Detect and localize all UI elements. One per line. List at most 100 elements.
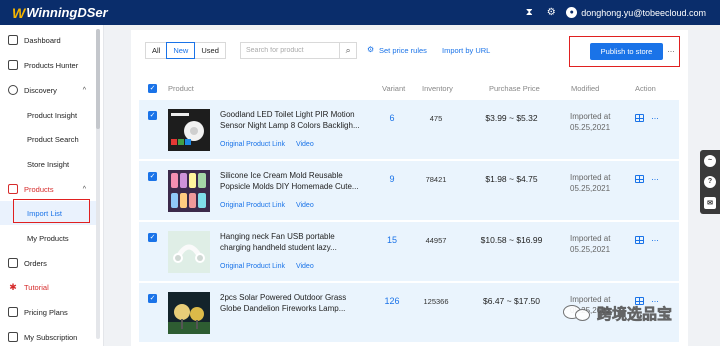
settings-icon: ⚙ xyxy=(367,45,375,54)
variant-count[interactable]: 126 xyxy=(379,296,405,306)
help-icon[interactable]: ? xyxy=(704,175,716,188)
subscription-icon xyxy=(8,332,18,342)
video-link[interactable]: Video xyxy=(296,263,314,270)
sidebar-item-discovery[interactable]: Discovery ^ xyxy=(0,78,96,102)
top-bar-right: ⧗ ⚙ ● donghong.yu@tobeecloud.com xyxy=(514,0,706,25)
edit-table-icon[interactable] xyxy=(635,114,644,122)
row-checkbox[interactable]: ✓ xyxy=(148,294,157,303)
filter-used-button[interactable]: Used xyxy=(194,42,226,59)
product-title[interactable]: Hanging neck Fan USB portable charging h… xyxy=(220,231,360,253)
product-thumbnail[interactable] xyxy=(168,170,210,212)
watermark: 跨境选品宝 xyxy=(563,302,672,324)
sidebar-item-label: Orders xyxy=(24,258,47,268)
messenger-icon[interactable]: ~ xyxy=(704,154,716,167)
set-price-rules-link[interactable]: Set price rules xyxy=(379,46,427,55)
gear-icon[interactable]: ⚙ xyxy=(544,7,558,18)
product-thumbnail[interactable] xyxy=(168,292,210,334)
product-search: ⌕ xyxy=(240,42,357,59)
inventory-value: 78421 xyxy=(425,175,447,184)
row-checkbox[interactable]: ✓ xyxy=(148,172,157,181)
sidebar-item-product-search[interactable]: Product Search xyxy=(0,127,96,151)
variant-count[interactable]: 6 xyxy=(379,113,405,123)
top-bar: W WinningDSer ⧗ ⚙ ● donghong.yu@tobeeclo… xyxy=(0,0,720,25)
sidebar-item-label: My Subscription xyxy=(24,332,78,342)
select-all-checkbox[interactable]: ✓ xyxy=(148,83,157,93)
modified-date: Imported at 05.25,2021 xyxy=(570,112,611,132)
chevron-up-icon: ^ xyxy=(82,86,86,94)
import-by-url-link[interactable]: Import by URL xyxy=(442,46,490,55)
sidebar-item-label: Discovery xyxy=(24,85,57,95)
import-list-panel: All New Used ⌕ ⚙ Set price rules Import … xyxy=(131,30,688,346)
filter-segment: All New Used xyxy=(145,42,226,59)
table-row: ✓ Silicone Ice Cream Mold Reusable Popsi… xyxy=(139,161,679,220)
filter-new-button[interactable]: New xyxy=(166,42,196,59)
bulb-icon: ✱ xyxy=(9,281,17,292)
user-email[interactable]: donghong.yu@tobeecloud.com xyxy=(581,8,706,18)
inventory-value: 475 xyxy=(429,114,443,123)
sidebar-item-label: My Products xyxy=(27,233,69,243)
original-product-link[interactable]: Original Product Link xyxy=(220,141,285,148)
edit-table-icon[interactable] xyxy=(635,236,644,244)
product-thumbnail[interactable] xyxy=(168,109,210,151)
sidebar-item-dashboard[interactable]: Dashboard xyxy=(0,28,96,52)
app-name: WinningDSer xyxy=(26,5,108,20)
sidebar-item-label: Product Insight xyxy=(27,110,78,120)
table-header: ✓ Product Variant Inventory Purchase Pri… xyxy=(139,77,679,99)
col-modified: Modified xyxy=(571,83,600,93)
sidebar-scrollbar[interactable] xyxy=(96,29,100,339)
sidebar-item-tutorial[interactable]: ✱ Tutorial xyxy=(0,275,96,299)
more-actions-icon[interactable]: ··· xyxy=(651,113,659,123)
table-row: ✓ Hanging neck Fan USB portable charging… xyxy=(139,222,679,281)
variant-count[interactable]: 9 xyxy=(379,174,405,184)
row-actions: ··· xyxy=(635,174,659,184)
sidebar-item-pricing-plans[interactable]: Pricing Plans xyxy=(0,300,96,324)
sidebar-item-products[interactable]: Products ^ xyxy=(0,177,96,201)
sidebar-item-orders[interactable]: Orders xyxy=(0,251,96,275)
purchase-price: $3.99 ~ $5.32 xyxy=(485,113,538,123)
compass-icon xyxy=(8,85,18,95)
mail-icon[interactable]: ✉ xyxy=(704,197,716,210)
scrollbar-thumb[interactable] xyxy=(96,29,100,129)
purchase-price: $1.98 ~ $4.75 xyxy=(485,174,538,184)
hourglass-icon[interactable]: ⧗ xyxy=(522,7,536,18)
col-purchase-price: Purchase Price xyxy=(489,83,540,93)
more-actions-icon[interactable]: ··· xyxy=(651,174,659,184)
app-logo[interactable]: W WinningDSer xyxy=(12,5,108,21)
variant-count[interactable]: 15 xyxy=(379,235,405,245)
video-link[interactable]: Video xyxy=(296,141,314,148)
row-checkbox[interactable]: ✓ xyxy=(148,111,157,120)
product-title[interactable]: Goodland LED Toilet Light PIR Motion Sen… xyxy=(220,109,360,131)
more-actions-icon[interactable]: ··· xyxy=(651,235,659,245)
modified-date: Imported at 05.25,2021 xyxy=(570,234,611,254)
row-checkbox[interactable]: ✓ xyxy=(148,233,157,242)
sidebar-item-product-insight[interactable]: Product Insight xyxy=(0,103,96,127)
product-title[interactable]: 2pcs Solar Powered Outdoor Grass Globe D… xyxy=(220,292,360,314)
sidebar-item-products-hunter[interactable]: Products Hunter xyxy=(0,53,96,77)
user-avatar-icon[interactable]: ● xyxy=(566,7,578,18)
edit-table-icon[interactable] xyxy=(635,175,644,183)
sidebar-item-label: Products xyxy=(24,184,54,194)
product-thumbnail[interactable] xyxy=(168,231,210,273)
purchase-price: $6.47 ~ $17.50 xyxy=(483,296,540,306)
chevron-up-icon: ^ xyxy=(82,185,86,193)
original-product-link[interactable]: Original Product Link xyxy=(220,202,285,209)
inventory-value: 44957 xyxy=(425,236,447,245)
product-title[interactable]: Silicone Ice Cream Mold Reusable Popsicl… xyxy=(220,170,360,192)
wechat-logo-icon xyxy=(563,302,593,324)
search-icon[interactable]: ⌕ xyxy=(339,43,356,58)
dashboard-icon xyxy=(8,35,18,45)
product-links: Original Product Link Video xyxy=(220,202,323,209)
sidebar-item-label: Dashboard xyxy=(24,35,61,45)
sidebar-item-my-subscription[interactable]: My Subscription xyxy=(0,325,96,346)
sidebar-item-store-insight[interactable]: Store Insight xyxy=(0,152,96,176)
original-product-link[interactable]: Original Product Link xyxy=(220,263,285,270)
orders-icon xyxy=(8,258,18,268)
search-input[interactable] xyxy=(241,43,340,58)
video-link[interactable]: Video xyxy=(296,202,314,209)
filter-all-button[interactable]: All xyxy=(145,42,168,59)
floating-tools: ~ ? ✉ xyxy=(700,150,720,214)
pricing-icon xyxy=(8,307,18,317)
sidebar-item-my-products[interactable]: My Products xyxy=(0,226,96,250)
product-links: Original Product Link Video xyxy=(220,141,323,148)
sidebar: Dashboard Products Hunter Discovery ^ Pr… xyxy=(0,25,104,346)
